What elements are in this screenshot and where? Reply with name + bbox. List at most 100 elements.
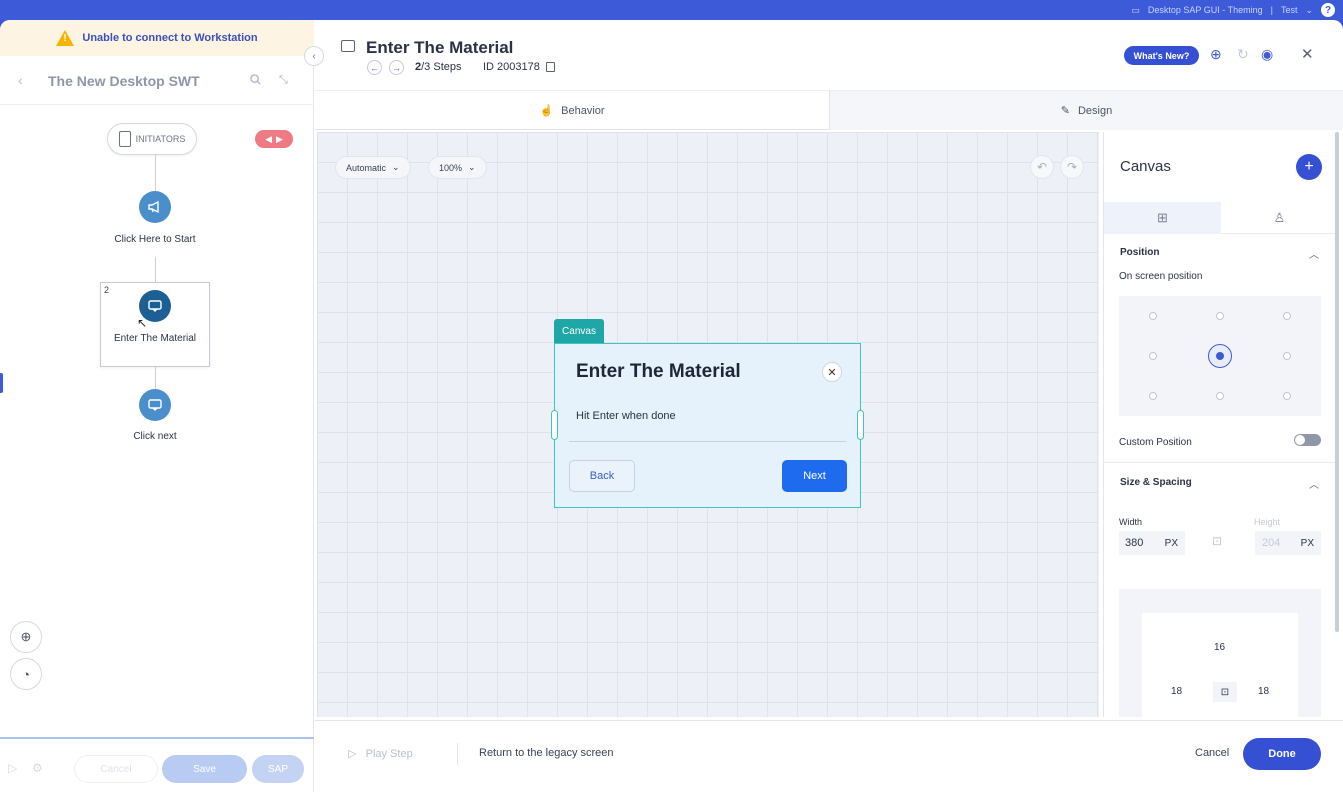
tab-behavior[interactable]: ☝ Behavior	[315, 91, 829, 130]
previous-step-icon[interactable]: ←	[367, 60, 382, 75]
flow-panel: ! Unable to connect to Workstation ‹ The…	[0, 20, 314, 792]
back-icon[interactable]: ‹	[18, 72, 23, 88]
zoom-dropdown[interactable]: 100% ⌄	[428, 156, 487, 179]
monitor-icon: ▭	[1131, 4, 1140, 15]
step-title[interactable]: Enter The Material	[366, 38, 513, 58]
chevron-down-icon: ⌄	[392, 162, 400, 172]
balloon-title[interactable]: Enter The Material	[576, 361, 741, 383]
sap-button[interactable]: SAP	[252, 755, 304, 783]
step-node-3[interactable]	[139, 389, 171, 421]
position-top-center[interactable]	[1216, 312, 1224, 320]
editor-window: ! Unable to connect to Workstation ‹ The…	[0, 20, 1343, 792]
play-step-label: Play Step	[365, 748, 413, 760]
flow-header: ‹ The New Desktop SWT ⤡	[0, 60, 314, 104]
play-step-button[interactable]: ▷ Play Step	[348, 747, 413, 760]
legacy-link[interactable]: Return to the legacy screen	[479, 747, 614, 759]
lock-icon[interactable]: ⊡	[1213, 682, 1237, 702]
add-circle-icon[interactable]: ⊕	[1210, 46, 1222, 63]
position-middle-right[interactable]	[1283, 352, 1291, 360]
height-field[interactable]: 204 PX	[1255, 531, 1321, 555]
cancel-button[interactable]: Cancel	[1195, 747, 1229, 759]
position-top-right[interactable]	[1283, 312, 1291, 320]
environment-info: ▭ Desktop SAP GUI - Theming | Test ⌄ ?	[1131, 0, 1335, 20]
message-icon	[148, 300, 162, 312]
door-icon	[118, 131, 131, 147]
position-top-left[interactable]	[1149, 312, 1157, 320]
properties-panel: Canvas + ⊞ ♙ Position ︿ On screen positi…	[1103, 132, 1338, 717]
next-step-icon[interactable]: →	[389, 60, 404, 75]
search-icon[interactable]	[250, 74, 261, 88]
play-icon[interactable]: ▷	[8, 761, 17, 775]
initiators-button[interactable]: INITIATORS	[107, 123, 197, 155]
add-button[interactable]: +	[1296, 154, 1322, 180]
environment-mode[interactable]: Test	[1281, 5, 1298, 15]
next-button[interactable]: Next	[782, 460, 847, 492]
custom-position-toggle[interactable]	[1294, 434, 1321, 446]
eye-icon[interactable]: ◉	[1261, 46, 1273, 63]
resize-handle-left[interactable]	[551, 410, 558, 440]
flow-title[interactable]: The New Desktop SWT	[48, 73, 200, 89]
help-icon[interactable]: ?	[1321, 3, 1335, 17]
position-bottom-right[interactable]	[1283, 392, 1291, 400]
position-bottom-left[interactable]	[1149, 392, 1157, 400]
width-unit[interactable]: PX	[1165, 538, 1178, 549]
refresh-icon[interactable]: ↻	[1237, 46, 1249, 63]
width-field[interactable]: 380 PX	[1119, 531, 1185, 555]
flow-footer: ▷ ⚙ Cancel Save SAP	[0, 737, 314, 792]
design-canvas[interactable]: Automatic ⌄ 100% ⌄ ↶ ↷ Canvas Enter The …	[317, 132, 1099, 717]
undo-icon[interactable]: ↶	[1030, 155, 1054, 179]
back-button[interactable]: Back	[569, 460, 635, 492]
position-middle-left[interactable]	[1149, 352, 1157, 360]
zoom-in-icon[interactable]: ⊕	[10, 621, 42, 653]
pie-chart-icon[interactable]: ◔	[10, 658, 42, 690]
whats-new-button[interactable]: What's New?	[1124, 46, 1199, 65]
close-icon[interactable]: ✕	[1301, 45, 1314, 63]
spacing-left[interactable]: 18	[1171, 686, 1182, 697]
position-section-title[interactable]: Position	[1120, 247, 1159, 258]
panel-tabs: ⊞ ♙	[1104, 202, 1338, 234]
cancel-button[interactable]: Cancel	[74, 755, 158, 783]
done-button[interactable]: Done	[1243, 738, 1321, 770]
copy-icon[interactable]	[546, 62, 555, 72]
tab-design[interactable]: ✎ Design	[829, 91, 1343, 130]
panel-scrollbar[interactable]	[1335, 132, 1339, 632]
tab-behavior-label: Behavior	[561, 104, 605, 117]
balloon-body[interactable]: Hit Enter when done	[576, 410, 676, 422]
pen-icon: ✎	[1060, 105, 1070, 117]
save-button[interactable]: Save	[162, 755, 247, 783]
spacing-top[interactable]: 16	[1214, 642, 1225, 653]
height-unit[interactable]: PX	[1301, 538, 1314, 549]
panel-edge-tab[interactable]	[0, 373, 3, 393]
chevron-up-icon[interactable]: ︿	[1309, 246, 1319, 261]
custom-position-label: Custom Position	[1119, 437, 1192, 448]
position-bottom-center[interactable]	[1216, 392, 1224, 400]
step-id: ID 2003178	[483, 61, 540, 73]
gear-icon[interactable]: ⚙	[32, 761, 43, 775]
resize-handle-right[interactable]	[857, 410, 864, 440]
layout-tab-icon[interactable]: ⊞	[1104, 202, 1221, 234]
step-node-1[interactable]	[139, 191, 171, 223]
close-icon[interactable]: ✕	[822, 362, 842, 382]
connector	[155, 257, 156, 282]
collapse-panel-button[interactable]: ‹	[304, 46, 324, 66]
redo-icon[interactable]: ↷	[1060, 155, 1084, 179]
step-header: Enter The Material ← → 2/3 Steps ID 2003…	[315, 20, 1343, 90]
separator: |	[1270, 5, 1273, 15]
balloon-preview[interactable]: Enter The Material ✕ Hit Enter when done…	[554, 343, 861, 508]
launcher-badge[interactable]: ◀ ▶	[255, 130, 293, 148]
panel-title: Canvas	[1120, 158, 1171, 175]
environment-name[interactable]: Desktop SAP GUI - Theming	[1148, 5, 1263, 15]
height-label: Height	[1254, 517, 1281, 527]
top-bar: ▭ Desktop SAP GUI - Theming | Test ⌄ ?	[0, 0, 1343, 20]
lock-icon[interactable]: ⊡	[1212, 534, 1222, 548]
position-mode-dropdown[interactable]: Automatic ⌄	[335, 156, 411, 179]
paint-tab-icon[interactable]: ♙	[1221, 202, 1338, 234]
connector	[155, 367, 156, 389]
position-center-selected[interactable]	[1208, 344, 1232, 368]
chevron-up-icon[interactable]: ︿	[1309, 476, 1319, 491]
size-section-title[interactable]: Size & Spacing	[1120, 477, 1192, 488]
chevron-down-icon[interactable]: ⌄	[1305, 5, 1313, 16]
collapse-icon[interactable]: ⤡	[279, 74, 288, 87]
warning-text: Unable to connect to Workstation	[82, 32, 258, 44]
spacing-right[interactable]: 18	[1258, 686, 1269, 697]
